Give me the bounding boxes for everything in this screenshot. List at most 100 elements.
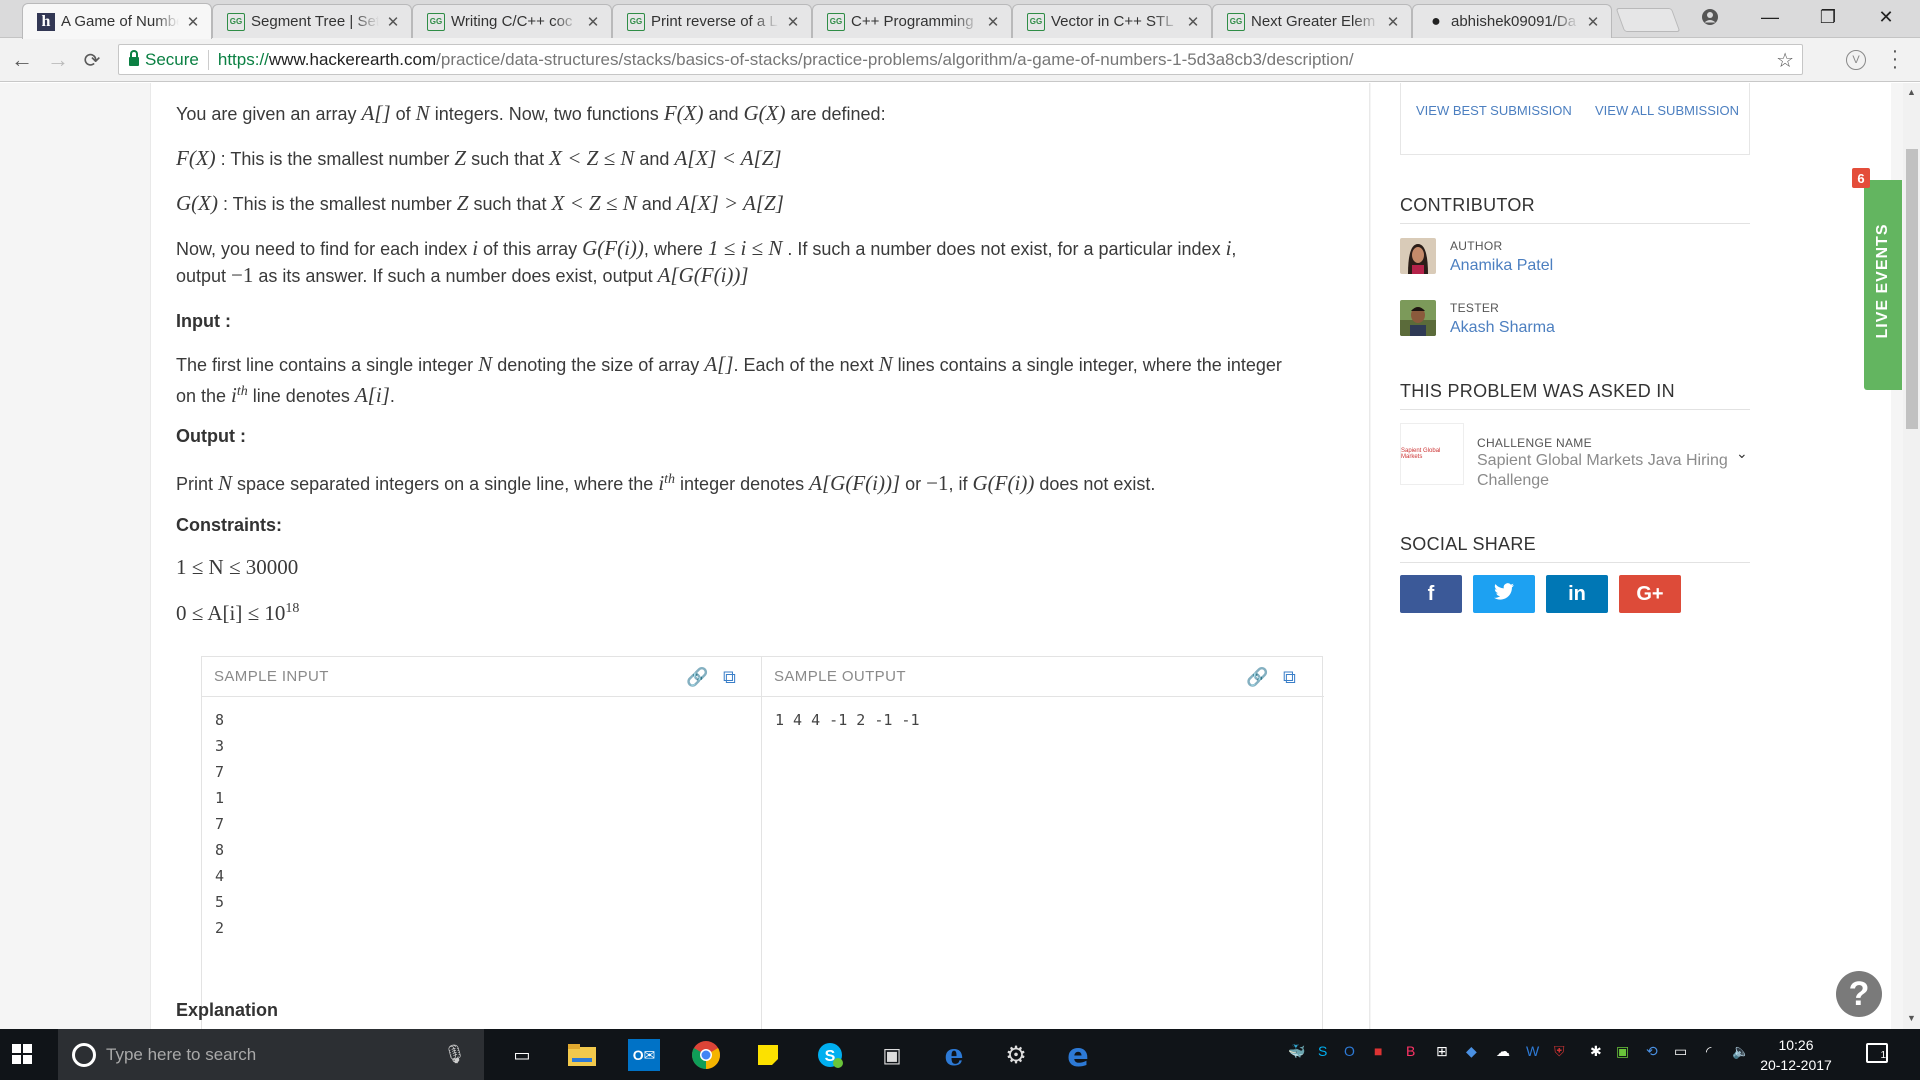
chrome-icon[interactable] [690, 1039, 722, 1071]
tab-segment-tree[interactable]: GG Segment Tree | Set ✕ [212, 4, 412, 38]
googleplus-share-button[interactable]: G+ [1619, 575, 1681, 613]
link-icon[interactable]: 🔗 [1246, 667, 1268, 688]
page-scrollbar[interactable]: ▲ ▼ [1903, 83, 1920, 1029]
live-events-label: LIVE EVENTS [1874, 223, 1891, 339]
chevron-down-icon[interactable]: ⌄ [1736, 445, 1748, 462]
challenge-name-line-1[interactable]: Sapient Global Markets Java Hiring [1477, 452, 1728, 470]
text: or [900, 474, 927, 494]
view-all-submission-link[interactable]: VIEW ALL SUBMISSION [1595, 103, 1739, 118]
secure-label: Secure [145, 49, 199, 69]
facebook-share-button[interactable]: f [1400, 575, 1462, 613]
math: 0 ≤ A[i] ≤ 10 [176, 601, 286, 625]
copy-icon[interactable]: ⧉ [1283, 667, 1296, 688]
skype-icon[interactable]: S [814, 1039, 846, 1071]
constraint-n: 1 ≤ N ≤ 30000 [176, 555, 299, 579]
taskbar-search[interactable]: Type here to search 🎙 [58, 1029, 484, 1080]
linkedin-share-button[interactable]: in [1546, 575, 1608, 613]
terminal-icon[interactable]: ▣ [876, 1039, 908, 1071]
tray-shield-icon[interactable]: ⛨ [1554, 1043, 1565, 1060]
bookmark-star-icon[interactable]: ☆ [1776, 48, 1794, 73]
tray-network-icon[interactable]: ⊞ [1436, 1043, 1448, 1060]
section-rule [1400, 409, 1750, 410]
volume-icon[interactable]: 🔈 [1732, 1043, 1749, 1060]
close-window-button[interactable]: ✕ [1862, 0, 1910, 34]
tray-w-icon[interactable]: W [1526, 1043, 1539, 1059]
avatar[interactable] [1400, 300, 1436, 336]
live-events-tab[interactable]: LIVE EVENTS [1864, 180, 1902, 390]
scroll-up-arrow-icon[interactable]: ▲ [1907, 87, 1916, 97]
close-icon[interactable]: ✕ [985, 13, 1001, 31]
close-icon[interactable]: ✕ [185, 13, 201, 31]
tray-app-icon[interactable]: ■ [1374, 1043, 1382, 1059]
tray-sync-icon[interactable]: ⟲ [1646, 1043, 1658, 1060]
close-icon[interactable]: ✕ [785, 13, 801, 31]
chrome-menu-icon[interactable]: · · · [1890, 41, 1900, 77]
tray-skype-icon[interactable]: S [1318, 1043, 1327, 1059]
forward-arrow-icon[interactable]: → [44, 46, 72, 74]
scroll-down-arrow-icon[interactable]: ▼ [1907, 1013, 1916, 1023]
close-icon[interactable]: ✕ [1585, 13, 1601, 31]
tray-b-icon[interactable]: B [1406, 1043, 1415, 1059]
microphone-icon[interactable]: 🎙 [443, 1044, 466, 1065]
address-bar[interactable]: Secure https://www.hackerearth.com/pract… [118, 44, 1803, 75]
sidebar-panel [1371, 83, 1891, 1029]
tab-cpp-programming[interactable]: GG C++ Programming ✕ [812, 4, 1012, 38]
taskbar-clock[interactable]: 10:26 20-12-2017 [1756, 1035, 1836, 1075]
wifi-icon[interactable]: ◜ [1706, 1043, 1711, 1060]
tab-title: Vector in C++ STL [1051, 13, 1174, 30]
f-definition: F(X) : This is the smallest number Z suc… [176, 145, 782, 173]
omnibox-divider [207, 49, 209, 70]
close-icon[interactable]: ✕ [1385, 13, 1401, 31]
close-icon[interactable]: ✕ [385, 13, 401, 31]
profile-icon[interactable] [1686, 0, 1734, 34]
sample-input-line: 2 [215, 919, 225, 937]
tab-a-game-of-numbers[interactable]: h A Game of Numbe ✕ [22, 3, 212, 39]
tab-writing-c-cpp[interactable]: GG Writing C/C++ coc ✕ [412, 4, 612, 38]
math: F(X) [663, 101, 704, 125]
avatar[interactable] [1400, 238, 1436, 274]
tab-github[interactable]: ● abhishek09091/Da ✕ [1412, 4, 1612, 38]
edge-icon[interactable]: e [1062, 1036, 1094, 1074]
battery-icon[interactable]: ▭ [1674, 1043, 1687, 1060]
new-tab-button[interactable] [1615, 8, 1681, 32]
view-best-submission-link[interactable]: VIEW BEST SUBMISSION [1416, 103, 1572, 118]
tab-vector-stl[interactable]: GG Vector in C++ STL ✕ [1012, 4, 1212, 38]
close-icon[interactable]: ✕ [585, 13, 601, 31]
sample-output-content: 1 4 4 -1 2 -1 -1 [775, 711, 920, 729]
maximize-button[interactable]: ❐ [1804, 0, 1852, 34]
action-center-icon[interactable]: 1 [1866, 1043, 1888, 1063]
tray-docker-icon[interactable]: 🐳 [1288, 1043, 1305, 1060]
tab-next-greater[interactable]: GG Next Greater Elem ✕ [1212, 4, 1412, 38]
sticky-notes-icon[interactable] [752, 1039, 784, 1071]
extension-v-icon[interactable]: V [1846, 50, 1866, 70]
tray-devices-icon[interactable]: ◆ [1466, 1043, 1477, 1060]
outlook-icon[interactable]: O✉ [628, 1039, 660, 1071]
minimize-button[interactable]: — [1746, 0, 1794, 34]
back-arrow-icon[interactable]: ← [8, 46, 36, 74]
tray-green-icon[interactable]: ▣ [1616, 1043, 1629, 1060]
task-view-icon[interactable]: ▭ [506, 1039, 538, 1071]
math: A[G(F(i))] [809, 471, 901, 495]
author-name-link[interactable]: Anamika Patel [1450, 257, 1553, 275]
file-explorer-icon[interactable] [566, 1039, 598, 1071]
reload-icon[interactable]: ⟳ [78, 46, 106, 74]
scrollbar-thumb[interactable] [1906, 149, 1918, 429]
windows-start-icon[interactable] [12, 1044, 32, 1064]
tester-name-link[interactable]: Akash Sharma [1450, 319, 1555, 337]
settings-gear-icon[interactable]: ⚙ [1000, 1039, 1032, 1071]
tray-onedrive-icon[interactable]: ☁ [1496, 1043, 1510, 1060]
math: N [878, 352, 893, 376]
help-button[interactable]: ? [1836, 971, 1882, 1017]
internet-explorer-icon[interactable]: e [938, 1038, 970, 1073]
tab-print-reverse[interactable]: GG Print reverse of a L ✕ [612, 4, 812, 38]
input-line-1: The first line contains a single integer… [176, 351, 1282, 379]
bluetooth-icon[interactable]: ✱ [1590, 1043, 1602, 1060]
tray-outlook-icon[interactable]: O [1344, 1043, 1355, 1059]
twitter-share-button[interactable] [1473, 575, 1535, 613]
link-icon[interactable]: 🔗 [686, 667, 708, 688]
copy-icon[interactable]: ⧉ [723, 667, 736, 688]
text: You are given an array [176, 104, 362, 124]
challenge-name-line-2[interactable]: Challenge [1477, 472, 1549, 490]
close-icon[interactable]: ✕ [1185, 13, 1201, 31]
math: Z [456, 191, 469, 215]
